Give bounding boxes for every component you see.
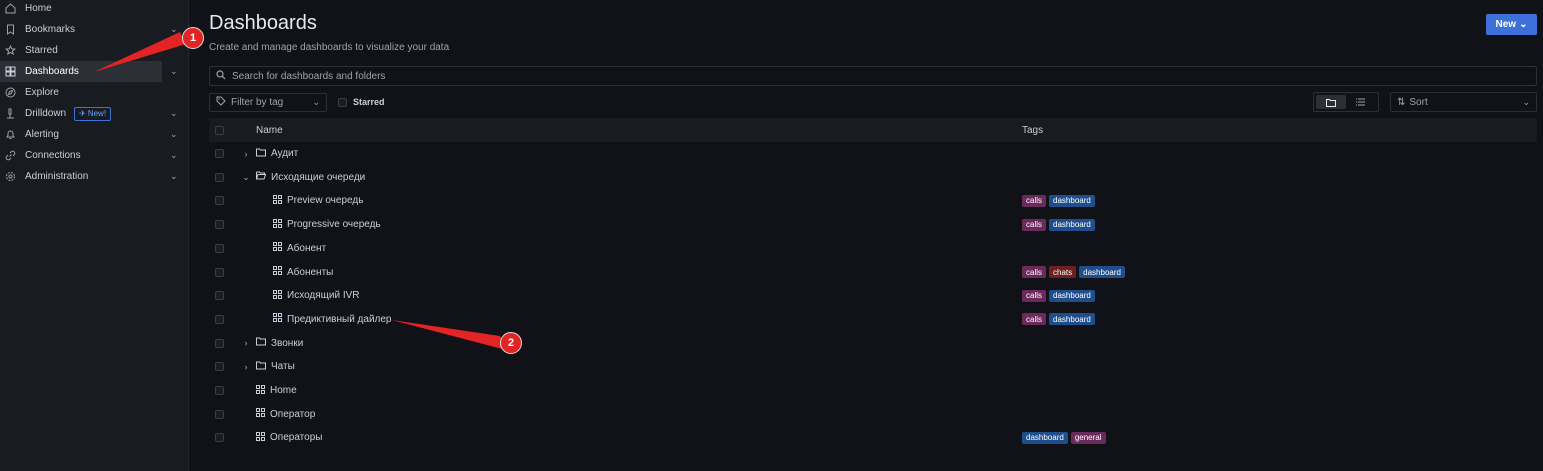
annotation-arrow-1 (94, 32, 186, 72)
annotation-arrows (94, 32, 506, 350)
annotation-arrow-2 (392, 320, 506, 350)
annotation-callout-2: 2 (500, 332, 522, 354)
annotation-callout-1: 1 (182, 27, 204, 49)
